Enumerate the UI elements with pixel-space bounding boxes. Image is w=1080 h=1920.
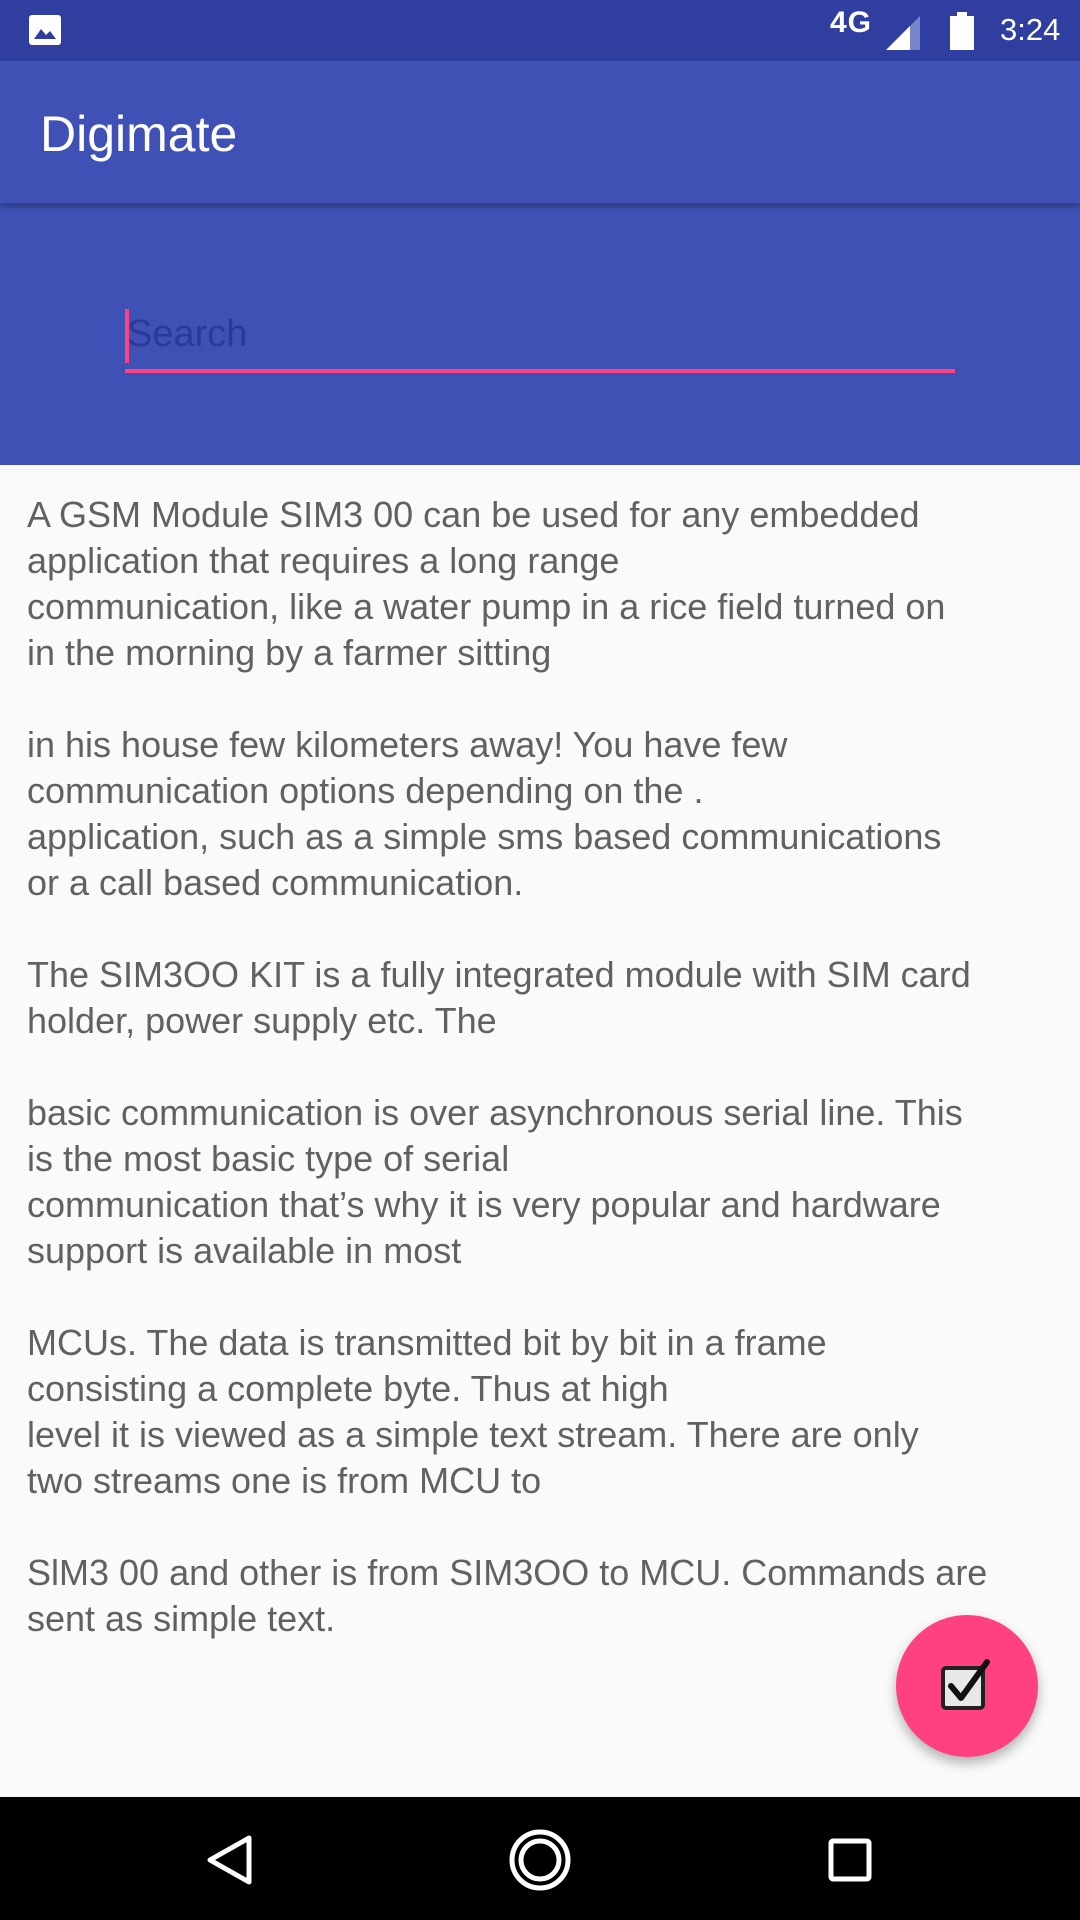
confirm-fab-button[interactable] <box>896 1615 1038 1757</box>
paragraph: SlM3 00 and other is from SIM3OO to MCU.… <box>27 1552 988 1639</box>
paragraph: MCUs. The data is transmitted bit by bit… <box>27 1322 919 1501</box>
app-title: Digimate <box>40 106 238 162</box>
status-bar: 4G 3:24 <box>0 0 1080 61</box>
search-field[interactable] <box>125 303 955 373</box>
search-panel <box>0 203 1080 465</box>
article-content: A GSM Module SIM3 00 can be used for any… <box>27 492 1057 1688</box>
paragraph: basic communication is over asynchronous… <box>27 1092 963 1271</box>
status-time: 3:24 <box>1000 12 1061 47</box>
navigation-bar <box>0 1797 1080 1920</box>
checkbox-icon <box>941 1659 990 1710</box>
gallery-icon <box>29 15 61 45</box>
search-input[interactable] <box>125 303 947 365</box>
network-type-label: 4G <box>830 6 873 39</box>
signal-icon <box>886 16 920 50</box>
paragraph: in his house few kilometers away! You ha… <box>27 724 942 903</box>
paragraph: The SIM3OO KIT is a fully integrated mod… <box>27 954 971 1041</box>
back-icon[interactable] <box>195 1825 265 1895</box>
battery-icon <box>950 12 974 50</box>
text-cursor <box>125 309 129 363</box>
home-icon[interactable] <box>505 1825 575 1895</box>
app-bar: Digimate <box>0 61 1080 203</box>
paragraph: A GSM Module SIM3 00 can be used for any… <box>27 494 946 673</box>
recents-icon[interactable] <box>815 1825 885 1895</box>
